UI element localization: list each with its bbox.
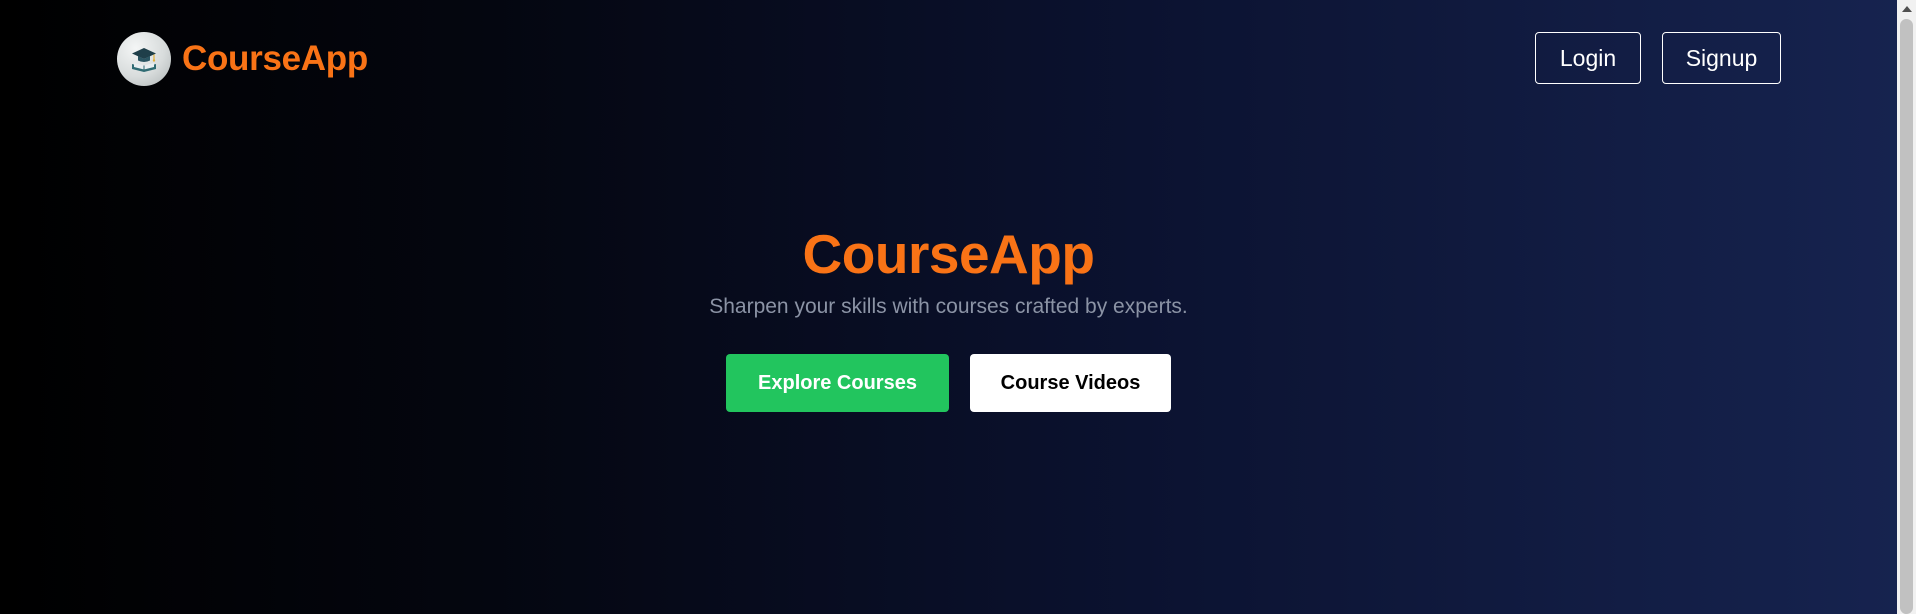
site-header: CourseApp Login Signup — [0, 0, 1897, 118]
hero-actions: Explore Courses Course Videos — [0, 354, 1897, 412]
vertical-scrollbar[interactable] — [1897, 0, 1916, 614]
hero-subtitle: Sharpen your skills with courses crafted… — [709, 295, 1188, 318]
signup-button[interactable]: Signup — [1662, 32, 1781, 84]
scroll-up-arrow-icon[interactable] — [1897, 0, 1916, 17]
hero-title: CourseApp — [802, 223, 1095, 285]
landing-page: CourseApp Login Signup CourseApp Sharpen… — [0, 0, 1897, 614]
brand-name: CourseApp — [182, 39, 368, 78]
brand-link[interactable]: CourseApp — [117, 32, 368, 86]
course-videos-button[interactable]: Course Videos — [970, 354, 1171, 412]
graduation-cap-book-icon — [132, 48, 156, 72]
brand-logo — [117, 32, 171, 86]
login-button[interactable]: Login — [1535, 32, 1641, 84]
explore-courses-button[interactable]: Explore Courses — [726, 354, 949, 412]
hero-section: CourseApp Sharpen your skills with cours… — [0, 220, 1897, 322]
scrollbar-thumb[interactable] — [1900, 19, 1913, 614]
